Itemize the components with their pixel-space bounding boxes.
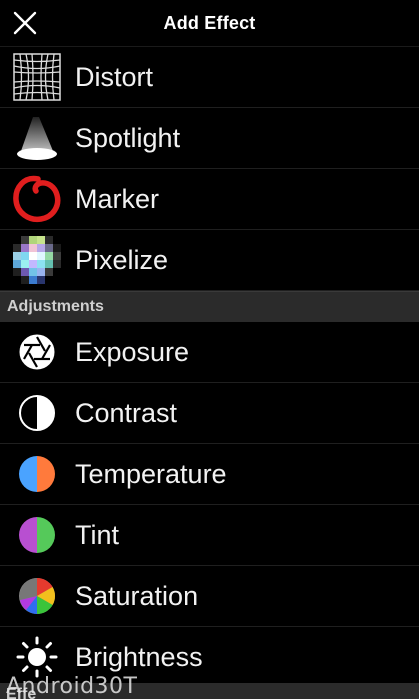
effect-item-pixelize[interactable]: Pixelize <box>0 230 419 291</box>
effect-item-marker[interactable]: Marker <box>0 169 419 230</box>
adjustment-label: Tint <box>75 519 120 550</box>
adjustment-item-tint[interactable]: Tint <box>0 505 419 566</box>
aperture-icon <box>12 327 62 377</box>
adjustment-label: Saturation <box>75 580 199 611</box>
distort-grid-icon <box>12 52 62 102</box>
adjustment-item-contrast[interactable]: Contrast <box>0 383 419 444</box>
adjustment-label: Contrast <box>75 397 178 428</box>
saturation-icon <box>12 571 62 621</box>
temperature-icon <box>12 449 62 499</box>
adjustment-item-saturation[interactable]: Saturation <box>0 566 419 627</box>
adjustment-item-exposure[interactable]: Exposure <box>0 322 419 383</box>
section-header-adjustments: Adjustments <box>0 291 419 322</box>
adjustment-label: Brightness <box>75 641 203 672</box>
marker-circle-icon <box>12 174 62 224</box>
pixelize-icon <box>12 235 62 285</box>
contrast-icon <box>12 388 62 438</box>
effect-item-spotlight[interactable]: Spotlight <box>0 108 419 169</box>
page-title: Add Effect <box>163 12 256 33</box>
effect-label: Spotlight <box>75 122 181 153</box>
spotlight-icon <box>12 113 62 163</box>
effect-label: Marker <box>75 183 160 214</box>
close-button[interactable] <box>11 9 39 37</box>
adjustment-item-temperature[interactable]: Temperature <box>0 444 419 505</box>
effect-label: Distort <box>75 61 154 92</box>
header-bar: Add Effect <box>0 0 419 47</box>
tint-icon <box>12 510 62 560</box>
close-icon <box>13 11 37 35</box>
adjustment-label: Exposure <box>75 336 190 367</box>
effect-item-distort[interactable]: Distort <box>0 47 419 108</box>
watermark-text: Android30T <box>6 674 138 699</box>
effect-label: Pixelize <box>75 244 169 275</box>
adjustment-label: Temperature <box>75 458 227 489</box>
